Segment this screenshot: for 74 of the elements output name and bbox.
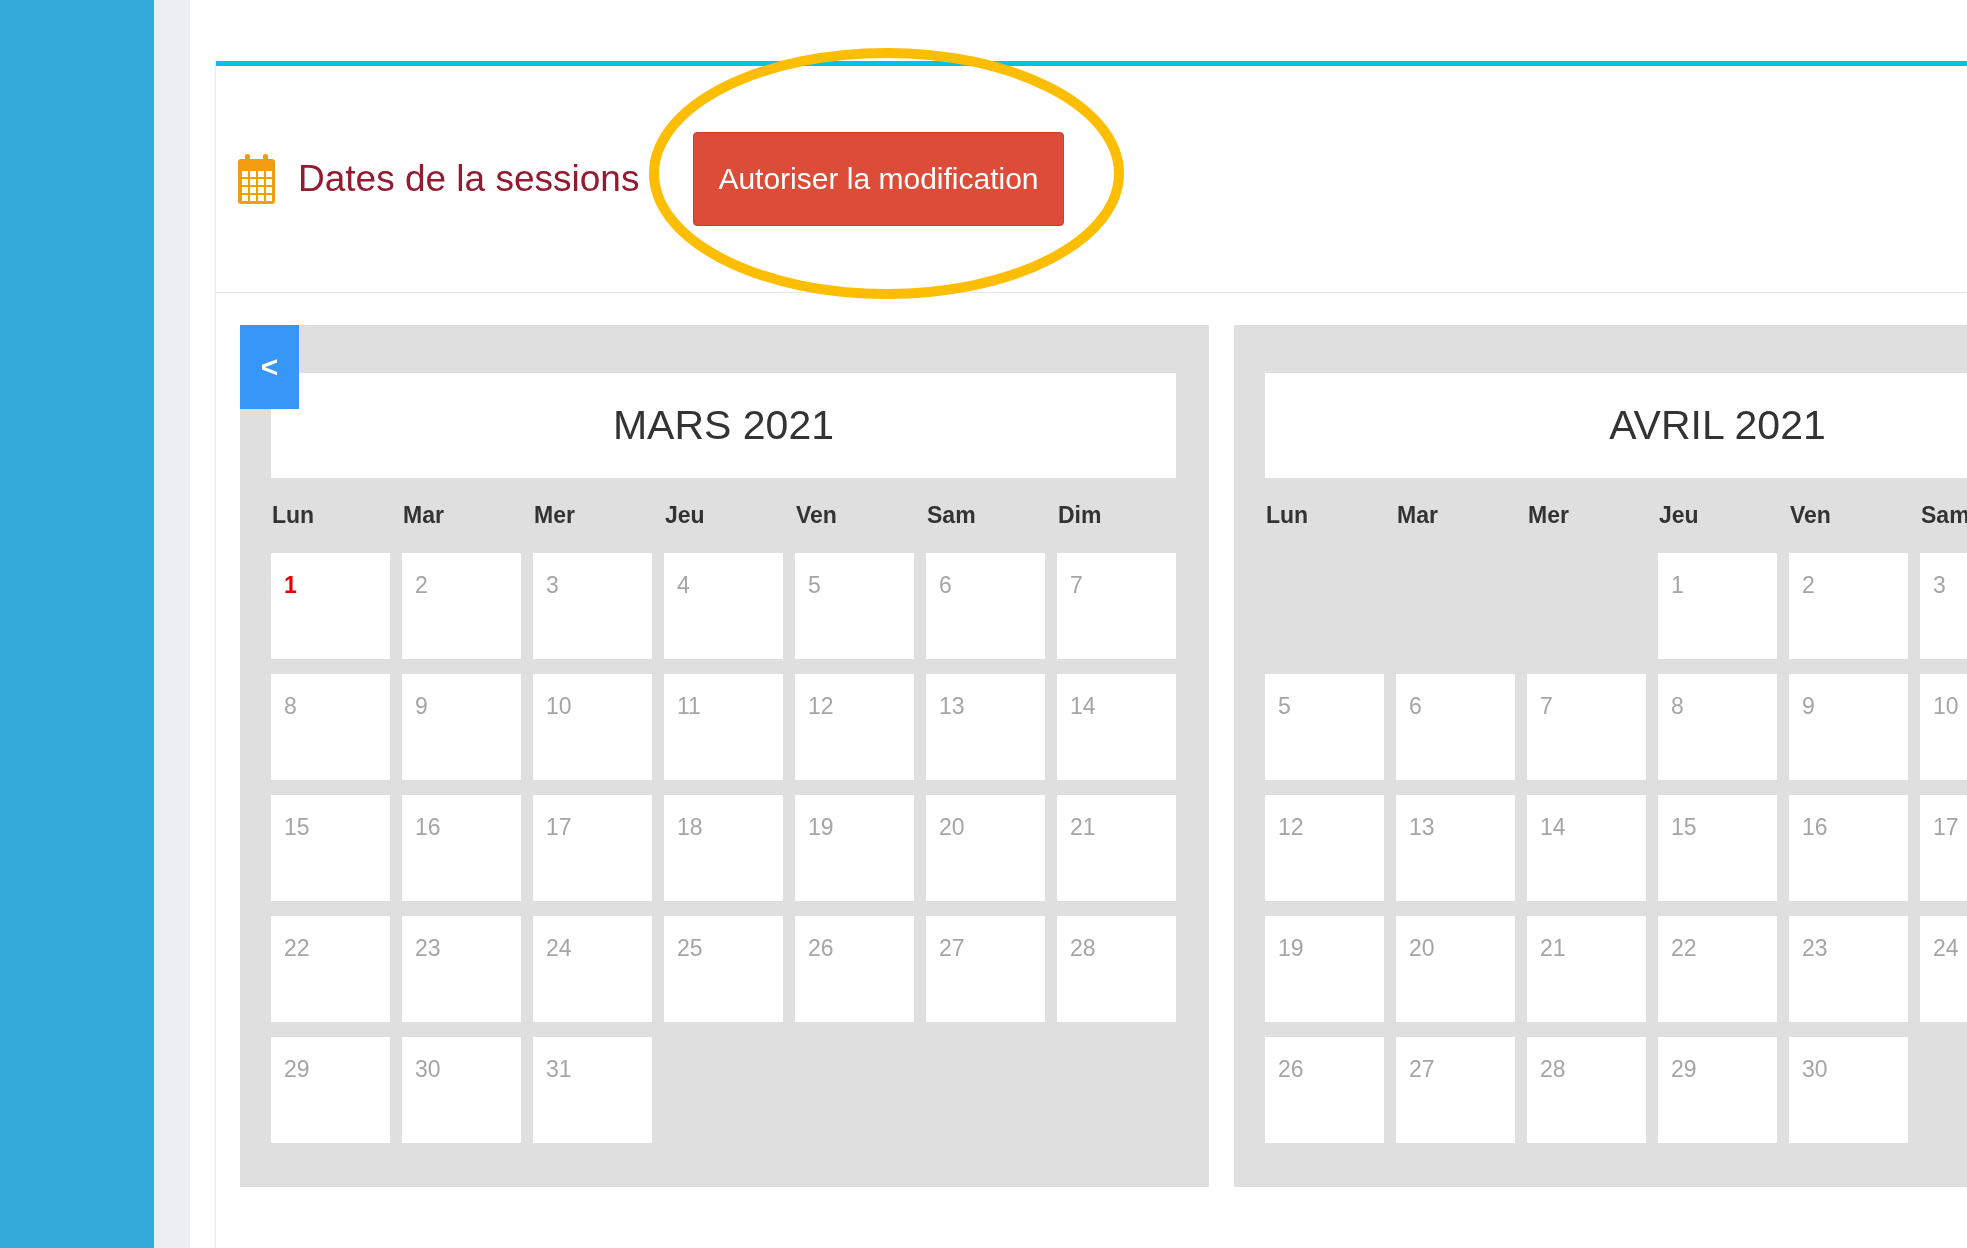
day-cell[interactable]: 28 [1057, 916, 1176, 1022]
day-cell[interactable]: 24 [1920, 916, 1967, 1022]
day-cell[interactable]: 27 [1396, 1037, 1515, 1143]
day-cell[interactable]: 10 [533, 674, 652, 780]
weekday-label: Jeu [664, 502, 705, 529]
day-cell[interactable]: 26 [795, 916, 914, 1022]
weekday-label: Dim [1057, 502, 1102, 529]
day-cell[interactable]: 5 [795, 553, 914, 659]
day-cell[interactable]: 31 [533, 1037, 652, 1143]
day-cell[interactable]: 30 [402, 1037, 521, 1143]
day-cell[interactable]: 19 [795, 795, 914, 901]
day-cell[interactable]: 23 [402, 916, 521, 1022]
day-cell[interactable]: 18 [664, 795, 783, 901]
authorize-edit-button[interactable]: Autoriser la modification [693, 132, 1064, 226]
day-cell[interactable]: 20 [1396, 916, 1515, 1022]
weekday-label: Lun [1265, 502, 1309, 529]
day-cell[interactable]: 16 [402, 795, 521, 901]
day-cell[interactable]: 30 [1789, 1037, 1908, 1143]
weekday-label: Jeu [1658, 502, 1699, 529]
day-cell[interactable]: 12 [1265, 795, 1384, 901]
day-cell[interactable]: 15 [271, 795, 390, 901]
day-cell[interactable]: 6 [1396, 674, 1515, 780]
day-cell[interactable]: 9 [1789, 674, 1908, 780]
day-cell[interactable]: 10 [1920, 674, 1967, 780]
weekday-label: Lun [271, 502, 315, 529]
day-cell[interactable]: 24 [533, 916, 652, 1022]
day-cell[interactable]: 14 [1057, 674, 1176, 780]
day-cell[interactable]: 29 [1658, 1037, 1777, 1143]
day-cell[interactable]: 21 [1527, 916, 1646, 1022]
day-cell[interactable]: 19 [1265, 916, 1384, 1022]
day-cell[interactable]: 6 [926, 553, 1045, 659]
day-cell[interactable]: 14 [1527, 795, 1646, 901]
day-cell[interactable]: 5 [1265, 674, 1384, 780]
day-cell[interactable]: 3 [533, 553, 652, 659]
weekday-label: Mer [1527, 502, 1569, 529]
month-title: AVRIL 2021 [1265, 373, 1967, 478]
day-cell[interactable]: 25 [664, 916, 783, 1022]
day-cell[interactable]: 28 [1527, 1037, 1646, 1143]
calendar-icon [238, 154, 275, 204]
day-cell[interactable]: 23 [1789, 916, 1908, 1022]
day-cell[interactable]: 29 [271, 1037, 390, 1143]
day-cell[interactable]: 1 [1658, 553, 1777, 659]
day-cell[interactable]: 26 [1265, 1037, 1384, 1143]
day-cell[interactable]: 1 [271, 553, 390, 659]
day-cell[interactable]: 11 [664, 674, 783, 780]
day-cell[interactable]: 9 [402, 674, 521, 780]
day-cell[interactable]: 7 [1527, 674, 1646, 780]
day-cell[interactable]: 8 [271, 674, 390, 780]
previous-month-button[interactable]: < [240, 325, 299, 409]
day-cell[interactable]: 27 [926, 916, 1045, 1022]
day-cell[interactable]: 2 [1789, 553, 1908, 659]
day-cell[interactable]: 4 [664, 553, 783, 659]
weekday-label: Ven [1789, 502, 1831, 529]
day-cell[interactable]: 13 [926, 674, 1045, 780]
day-cell[interactable]: 21 [1057, 795, 1176, 901]
weekday-label: Ven [795, 502, 837, 529]
day-cell[interactable]: 16 [1789, 795, 1908, 901]
day-cell[interactable]: 22 [1658, 916, 1777, 1022]
day-cell[interactable]: 12 [795, 674, 914, 780]
weekday-label: Mar [1396, 502, 1438, 529]
day-cell[interactable]: 13 [1396, 795, 1515, 901]
day-cell[interactable]: 2 [402, 553, 521, 659]
day-cell[interactable]: 17 [1920, 795, 1967, 901]
day-cell[interactable]: 15 [1658, 795, 1777, 901]
weekday-label: Sam [926, 502, 976, 529]
weekday-label: Mar [402, 502, 444, 529]
day-cell[interactable]: 22 [271, 916, 390, 1022]
day-cell[interactable]: 7 [1057, 553, 1176, 659]
day-cell[interactable]: 17 [533, 795, 652, 901]
day-cell[interactable]: 8 [1658, 674, 1777, 780]
section-title: Dates de la sessions [298, 158, 640, 200]
day-cell[interactable]: 3 [1920, 553, 1967, 659]
day-cell[interactable]: 20 [926, 795, 1045, 901]
weekday-label: Mer [533, 502, 575, 529]
